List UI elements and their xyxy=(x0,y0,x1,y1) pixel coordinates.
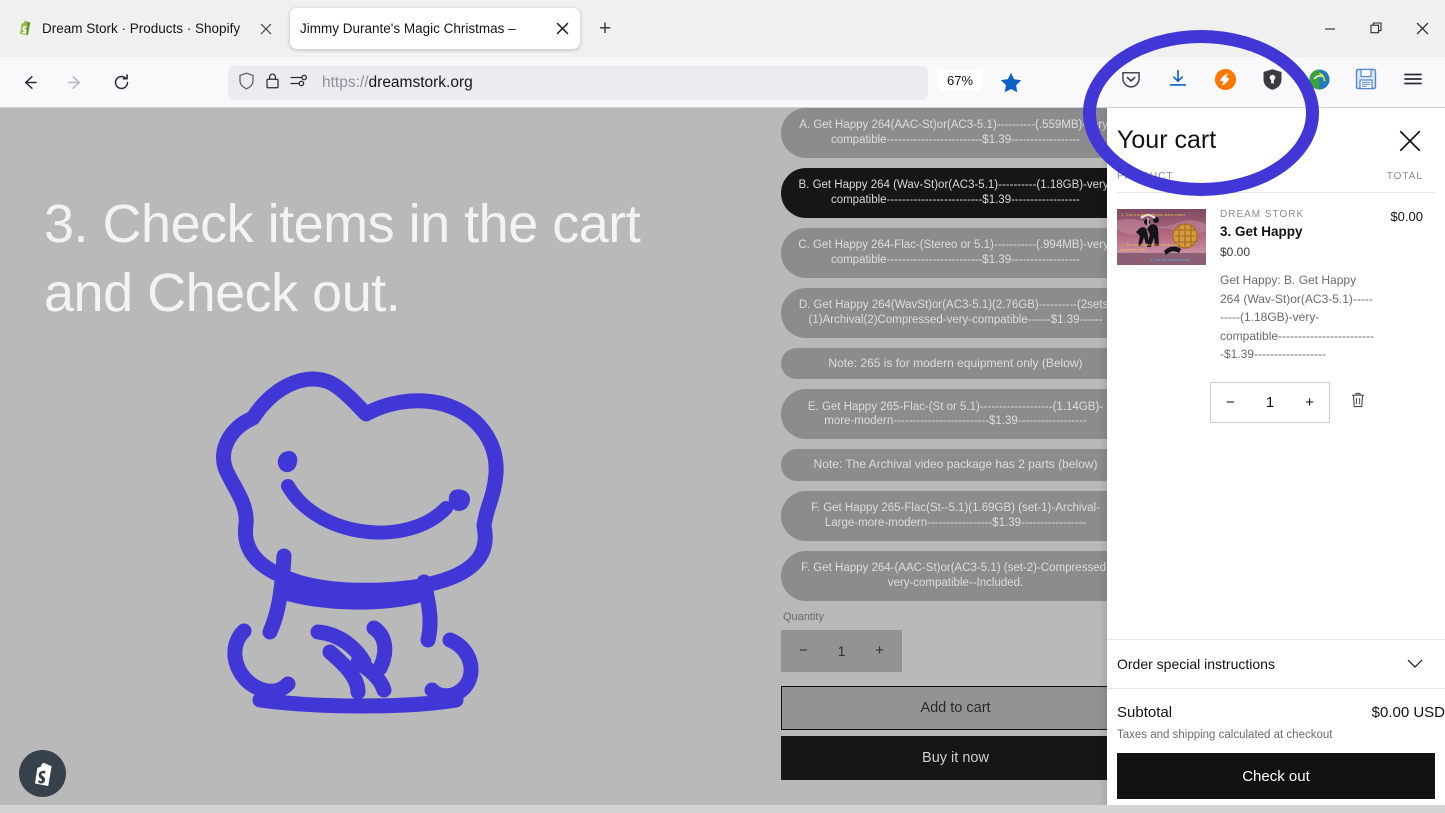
close-icon[interactable] xyxy=(1397,128,1423,154)
chevron-down-icon[interactable] xyxy=(1407,656,1423,672)
new-tab-button[interactable]: + xyxy=(592,16,618,42)
svg-text:2. The listed details for appl: 2. The listed details for applicable xyxy=(1121,243,1179,247)
checkout-button[interactable]: Check out xyxy=(1117,753,1435,799)
cart-line-item: 1. This is a photo. Please place orders … xyxy=(1107,193,1445,364)
cart-quantity-increase-button[interactable]: + xyxy=(1305,394,1314,411)
cart-header: Your cart xyxy=(1107,108,1445,165)
tab-close-icon[interactable] xyxy=(554,21,570,37)
cart-quantity-value[interactable]: 1 xyxy=(1266,394,1274,411)
variant-option-f-set1[interactable]: F. Get Happy 265-Flac(St--5.1)(1.69GB) (… xyxy=(781,491,1130,541)
buy-it-now-button[interactable]: Buy it now xyxy=(781,736,1130,780)
variant-option-f-set2[interactable]: F. Get Happy 264-(AAC-St)or(AC3-5.1) (se… xyxy=(781,551,1130,601)
cart-col-product: PRODUCT xyxy=(1117,171,1173,182)
quantity-label: Quantity xyxy=(783,611,1130,623)
downloads-icon[interactable] xyxy=(1165,66,1191,92)
window-controls xyxy=(1307,0,1445,57)
tab-jimmy-durante[interactable]: Jimmy Durante's Magic Christmas – xyxy=(290,8,580,49)
cart-drawer: Your cart PRODUCT TOTAL xyxy=(1107,108,1445,813)
page-heading-line1: 3. Check items in the cart xyxy=(44,190,744,259)
hamburger-menu-icon[interactable] xyxy=(1400,66,1426,92)
forward-button xyxy=(58,65,92,99)
page-heading: 3. Check items in the cart and Check out… xyxy=(44,190,744,328)
cart-subtotal-value: $0.00 USD xyxy=(1372,704,1445,721)
bookmark-star-icon[interactable] xyxy=(998,70,1024,101)
cart-subtotal-label: Subtotal xyxy=(1117,704,1172,721)
order-special-instructions-toggle[interactable]: Order special instructions xyxy=(1107,639,1445,689)
cart-subtotal-row: Subtotal $0.00 USD xyxy=(1107,689,1445,721)
tab-title: Jimmy Durante's Magic Christmas – xyxy=(300,21,546,36)
tab-strip: Dream Stork · Products · Shopify Jimmy D… xyxy=(0,0,1445,57)
url-scheme: https:// xyxy=(322,74,369,91)
save-page-icon[interactable] xyxy=(1353,66,1379,92)
url-bar[interactable]: https://dreamstork.org xyxy=(228,66,928,100)
cart-title: Your cart xyxy=(1117,126,1216,155)
shield-icon[interactable] xyxy=(238,72,255,95)
password-manager-icon[interactable] xyxy=(1259,66,1285,92)
tab-close-icon[interactable] xyxy=(258,21,274,37)
cart-item-vendor: DREAM STORK xyxy=(1220,209,1376,220)
pocket-icon[interactable] xyxy=(1118,66,1144,92)
svg-text:1. This is a photo. Please pla: 1. This is a photo. Please place orders xyxy=(1121,213,1185,217)
variant-option-d[interactable]: D. Get Happy 264(WavSt)or(AC3-5.1)(2.76G… xyxy=(781,288,1130,338)
cart-item-quantity-row: − 1 + xyxy=(1107,364,1445,423)
cart-column-headers: PRODUCT TOTAL xyxy=(1107,165,1445,192)
zoom-level-badge[interactable]: 67% xyxy=(938,70,982,91)
cart-quantity-decrease-button[interactable]: − xyxy=(1226,394,1235,411)
variant-option-b-selected[interactable]: B. Get Happy 264 (Wav-St)or(AC3-5.1)----… xyxy=(781,168,1130,218)
cart-item-title[interactable]: 3. Get Happy xyxy=(1220,224,1376,239)
page-heading-line2: and Check out. xyxy=(44,259,744,328)
variant-option-e[interactable]: E. Get Happy 265-Flac-(St or 5.1)-------… xyxy=(781,389,1130,439)
quantity-stepper[interactable]: − 1 + xyxy=(781,630,902,672)
variant-note-265-modern[interactable]: Note: 265 is for modern equipment only (… xyxy=(781,348,1130,379)
cart-tax-note: Taxes and shipping calculated at checkou… xyxy=(1107,721,1445,741)
back-button[interactable] xyxy=(12,65,46,99)
quantity-value[interactable]: 1 xyxy=(838,643,846,659)
cart-item-details: DREAM STORK 3. Get Happy $0.00 Get Happy… xyxy=(1220,209,1376,364)
tab-dream-stork[interactable]: Dream Stork · Products · Shopify xyxy=(6,8,284,49)
idm-icon[interactable] xyxy=(1306,66,1332,92)
cart-item-price: $0.00 xyxy=(1220,245,1376,259)
order-special-instructions-label: Order special instructions xyxy=(1117,656,1275,672)
avast-icon[interactable] xyxy=(1212,66,1238,92)
svg-text:3. Set the sound level: 3. Set the sound level xyxy=(1150,258,1189,262)
lock-icon[interactable] xyxy=(265,72,280,95)
trash-icon[interactable] xyxy=(1350,391,1366,414)
variant-note-archival-parts[interactable]: Note: The Archival video package has 2 p… xyxy=(781,449,1130,480)
cart-item-variant: Get Happy: B. Get Happy 264 (Wav-St)or(A… xyxy=(1220,271,1376,364)
reload-button[interactable] xyxy=(104,65,138,99)
product-thumbnail[interactable]: 1. This is a photo. Please place orders … xyxy=(1117,209,1206,265)
product-variant-column: A. Get Happy 264(AAC-St)or(AC3-5.1)-----… xyxy=(781,108,1130,813)
quantity-decrease-button[interactable]: − xyxy=(799,642,808,659)
page-content: 3. Check items in the cart and Check out… xyxy=(0,108,1445,813)
cart-col-total: TOTAL xyxy=(1387,171,1423,182)
add-to-cart-button[interactable]: Add to cart xyxy=(781,686,1130,730)
close-window-button[interactable] xyxy=(1399,9,1445,49)
cart-quantity-stepper[interactable]: − 1 + xyxy=(1210,382,1330,423)
variant-option-a[interactable]: A. Get Happy 264(AAC-St)or(AC3-5.1)-----… xyxy=(781,108,1130,158)
extension-toolbar xyxy=(1118,66,1426,92)
page-bottom-bar xyxy=(0,805,1445,813)
url-text[interactable]: https://dreamstork.org xyxy=(322,74,473,92)
browser-window: Dream Stork · Products · Shopify Jimmy D… xyxy=(0,0,1445,813)
svg-text:available video: available video xyxy=(1121,248,1147,252)
url-host: dreamstork.org xyxy=(369,74,473,91)
cart-footer: Order special instructions Subtotal $0.0… xyxy=(1107,639,1445,813)
cart-item-line-total: $0.00 xyxy=(1390,209,1423,364)
minimize-button[interactable] xyxy=(1307,9,1353,49)
frog-doodle-icon xyxy=(198,356,538,741)
shopify-chat-badge[interactable] xyxy=(19,750,66,797)
site-permissions-icon[interactable] xyxy=(290,73,308,94)
shopify-icon xyxy=(16,20,34,38)
quantity-increase-button[interactable]: + xyxy=(875,642,884,659)
maximize-restore-button[interactable] xyxy=(1353,9,1399,49)
variant-option-c[interactable]: C. Get Happy 264-Flac-(Stereo or 5.1)---… xyxy=(781,228,1130,278)
tab-title: Dream Stork · Products · Shopify xyxy=(42,21,250,36)
